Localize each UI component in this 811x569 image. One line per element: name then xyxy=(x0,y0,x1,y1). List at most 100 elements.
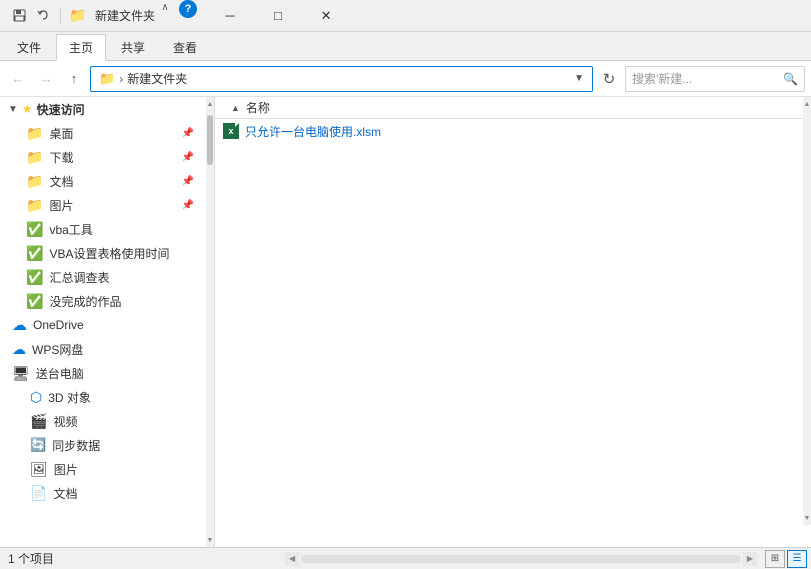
sidebar-item-documents[interactable]: 📁 文档 📌 xyxy=(0,169,206,193)
horizontal-scrollbar[interactable]: ◀ ▶ xyxy=(277,552,765,566)
close-button[interactable]: ✕ xyxy=(303,0,349,32)
quick-access-header[interactable]: ▼ ★ 快速访问 xyxy=(0,97,206,121)
view-icon-detail[interactable]: ☰ xyxy=(787,550,807,568)
sidebar-label-works: 没完成的作品 xyxy=(49,293,121,310)
sidebar-item-works[interactable]: ✅ 没完成的作品 xyxy=(0,289,206,313)
column-sort-icon: ▲ xyxy=(231,103,240,113)
videos-icon: 🎬 xyxy=(30,413,47,430)
sidebar-item-sync[interactable]: 🔄 同步数据 xyxy=(0,433,206,457)
tab-view[interactable]: 查看 xyxy=(160,34,210,60)
file-list-header: ▲ 名称 xyxy=(215,97,811,119)
file-vscroll-down[interactable]: ▼ xyxy=(803,511,811,525)
tab-home[interactable]: 主页 xyxy=(56,34,106,61)
sidebar-label-desktop: 桌面 xyxy=(49,125,73,142)
sidebar-item-documents2[interactable]: 📄 文档 xyxy=(0,481,206,505)
sidebar-label-vba-settings: VBA设置表格使用时间 xyxy=(49,245,169,262)
refresh-button[interactable]: ↻ xyxy=(597,67,621,91)
quick-access-label: 快速访问 xyxy=(37,101,85,118)
sidebar-scrollbar[interactable]: ▲ ▼ xyxy=(206,97,214,547)
search-icon[interactable]: 🔍 xyxy=(783,72,798,86)
file-list-vscroll[interactable]: ▲ ▼ xyxy=(803,97,811,525)
sidebar-scroll-down[interactable]: ▼ xyxy=(206,533,214,547)
sidebar-label-wps: WPS网盘 xyxy=(32,341,83,358)
sidebar-label-3d-objects: 3D 对象 xyxy=(48,389,91,406)
sidebar-content: ▼ ★ 快速访问 📁 桌面 📌 📁 下载 📌 📁 xyxy=(0,97,206,547)
documents-folder-icon: 📁 xyxy=(26,173,43,190)
help-icon[interactable]: ? xyxy=(179,0,197,18)
status-count: 1 个项目 xyxy=(0,550,62,567)
hscroll-left[interactable]: ◀ xyxy=(285,552,299,566)
sync-icon: 🔄 xyxy=(30,437,46,453)
pin-icon-downloads: 📌 xyxy=(182,152,194,163)
save-toolbar-icon[interactable] xyxy=(8,5,30,27)
file-list: ▲ 名称 x 只允许一台电脑使用.xlsm ▲ ▼ xyxy=(215,97,811,547)
works-icon: ✅ xyxy=(26,293,43,310)
sidebar-scroll-up[interactable]: ▲ xyxy=(206,97,214,111)
column-header-name[interactable]: 名称 xyxy=(242,99,803,116)
summary-icon: ✅ xyxy=(26,269,43,286)
undo-toolbar-icon[interactable] xyxy=(32,5,54,27)
bottom-bar: 1 个项目 ◀ ▶ ⊞ ☰ xyxy=(0,547,811,569)
excel-icon-label: x xyxy=(228,126,233,136)
sidebar-label-summary: 汇总调查表 xyxy=(49,269,109,286)
documents2-icon: 📄 xyxy=(30,485,47,502)
desktop-folder-icon: 📁 xyxy=(26,125,43,142)
hscroll-track[interactable] xyxy=(301,555,741,563)
tab-file[interactable]: 文件 xyxy=(4,34,54,60)
file-vscroll-up[interactable]: ▲ xyxy=(803,97,811,111)
search-bar[interactable]: 搜索'新建... 🔍 xyxy=(625,66,805,92)
sidebar-label-downloads: 下载 xyxy=(49,149,73,166)
view-toggle: ⊞ ☰ xyxy=(765,550,807,568)
wps-icon: ☁ xyxy=(12,341,26,358)
quick-access-toolbar: 📁 新建文件夹 xyxy=(8,5,155,27)
pin-icon-desktop: 📌 xyxy=(182,128,194,139)
sidebar-item-downloads[interactable]: 📁 下载 📌 xyxy=(0,145,206,169)
view-icon-list[interactable]: ⊞ xyxy=(765,550,785,568)
ribbon: 文件 主页 共享 查看 xyxy=(0,32,811,61)
sidebar-item-this-pc[interactable]: 🖥 送台电脑 xyxy=(0,361,206,385)
main-content: ▼ ★ 快速访问 📁 桌面 📌 📁 下载 📌 📁 xyxy=(0,97,811,547)
tab-share[interactable]: 共享 xyxy=(108,34,158,60)
folder-address-icon: 📁 xyxy=(99,71,115,87)
sidebar-item-onedrive[interactable]: ☁ OneDrive xyxy=(0,313,206,337)
sidebar-label-pictures: 图片 xyxy=(49,197,73,214)
sidebar-item-pictures[interactable]: 📁 图片 📌 xyxy=(0,193,206,217)
sidebar-label-vba-tools: vba工具 xyxy=(49,221,92,238)
sidebar-label-documents2: 文档 xyxy=(53,485,77,502)
ribbon-tabs: 文件 主页 共享 查看 xyxy=(0,32,811,60)
3d-objects-icon: ⬡ xyxy=(30,389,42,406)
sidebar-item-3d-objects[interactable]: ⬡ 3D 对象 xyxy=(0,385,206,409)
sidebar-item-vba-tools[interactable]: ✅ vba工具 xyxy=(0,217,206,241)
vba-settings-icon: ✅ xyxy=(26,245,43,262)
onedrive-icon: ☁ xyxy=(12,316,27,334)
sidebar-label-documents: 文档 xyxy=(49,173,73,190)
sidebar-item-summary[interactable]: ✅ 汇总调查表 xyxy=(0,265,206,289)
sidebar-label-this-pc: 送台电脑 xyxy=(36,365,84,382)
quick-access-star-icon: ★ xyxy=(22,102,33,116)
back-button[interactable]: ← xyxy=(6,67,30,91)
sidebar-item-desktop[interactable]: 📁 桌面 📌 xyxy=(0,121,206,145)
sidebar-item-pictures2[interactable]: 🖼 图片 xyxy=(0,457,206,481)
up-button[interactable]: ↑ xyxy=(62,67,86,91)
vba-tools-icon: ✅ xyxy=(26,221,43,238)
sidebar-item-videos[interactable]: 🎬 视频 xyxy=(0,409,206,433)
sidebar-item-vba-settings[interactable]: ✅ VBA设置表格使用时间 xyxy=(0,241,206,265)
sidebar-label-pictures2: 图片 xyxy=(54,461,78,478)
window-title: 新建文件夹 xyxy=(95,7,155,24)
hscroll-right[interactable]: ▶ xyxy=(743,552,757,566)
file-name-0: 只允许一台电脑使用.xlsm xyxy=(245,123,381,140)
forward-button[interactable]: → xyxy=(34,67,58,91)
pin-icon-documents: 📌 xyxy=(182,176,194,187)
ribbon-expand-button[interactable]: ∧ xyxy=(157,0,173,16)
sidebar-scroll-thumb[interactable] xyxy=(207,115,213,165)
maximize-button[interactable]: □ xyxy=(255,0,301,32)
address-separator: › xyxy=(119,72,123,86)
file-item-0[interactable]: x 只允许一台电脑使用.xlsm xyxy=(215,119,811,143)
window-controls: ∧ ? ─ □ ✕ xyxy=(155,0,349,32)
title-bar: 📁 新建文件夹 ∧ ? ─ □ ✕ xyxy=(0,0,811,32)
address-dropdown-icon[interactable]: ▼ xyxy=(574,73,584,84)
minimize-button[interactable]: ─ xyxy=(207,0,253,32)
address-bar[interactable]: 📁 › 新建文件夹 ▼ xyxy=(90,66,593,92)
excel-file-icon: x xyxy=(223,123,239,139)
sidebar-item-wps[interactable]: ☁ WPS网盘 xyxy=(0,337,206,361)
